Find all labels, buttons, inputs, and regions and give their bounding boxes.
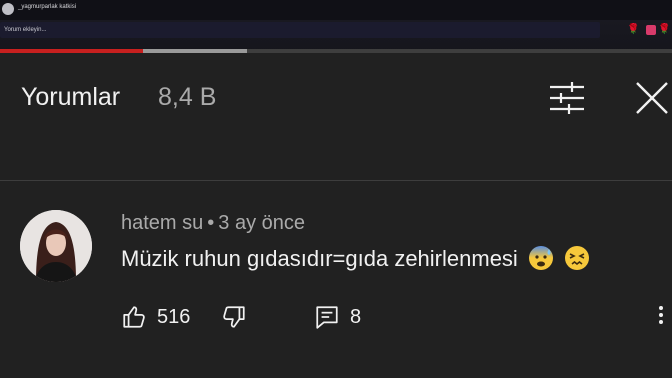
add-comment-input[interactable]: Yorum ekleyin... — [0, 22, 600, 38]
comment-count: 8,4 B — [158, 83, 217, 111]
like-count: 516 — [157, 305, 191, 328]
close-icon — [636, 82, 668, 114]
sticker-icon[interactable] — [646, 25, 656, 35]
meta-separator: • — [207, 212, 215, 234]
panel-title: Yorumlar — [21, 83, 121, 111]
rose-icon-2[interactable]: 🌹 — [658, 24, 670, 36]
rose-icon[interactable]: 🌹 — [627, 24, 639, 36]
comment-text: Müzik ruhun gıdasıdır=gıda zehirlenmesi — [121, 245, 590, 272]
comment-time[interactable]: 3 ay önce — [218, 212, 305, 234]
more-vert-icon[interactable] — [655, 303, 667, 331]
overlay-channel-name[interactable]: _yagmurparlak katkisi — [18, 4, 76, 10]
reply-button[interactable]: 8 — [314, 303, 361, 331]
anxious-face-with-sweat-icon — [528, 245, 554, 271]
like-button[interactable]: 516 — [121, 303, 190, 331]
overlay-avatar[interactable] — [2, 3, 14, 15]
avatar-image — [20, 210, 92, 282]
filter-button[interactable] — [548, 80, 586, 116]
avatar[interactable] — [20, 210, 92, 282]
dislike-button[interactable] — [221, 303, 247, 331]
overlay-header: _yagmurparlak katkisi — [0, 0, 672, 20]
close-button[interactable] — [633, 79, 671, 117]
like-icon — [123, 306, 145, 328]
comments-header: Yorumlar 8,4 B — [0, 53, 672, 181]
filter-icon — [550, 82, 584, 114]
video-overlay-bar: _yagmurparlak katkisi Yorum ekleyin... 🌹… — [0, 0, 672, 52]
reply-count: 8 — [350, 305, 362, 328]
confounded-face-icon — [564, 245, 590, 271]
add-comment-placeholder: Yorum ekleyin... — [4, 27, 47, 33]
comment-meta: hatem su • 3 ay önce — [121, 212, 305, 235]
reply-icon — [316, 306, 338, 329]
comment-text-content: Müzik ruhun gıdasıdır=gıda zehirlenmesi — [121, 246, 518, 271]
dislike-icon — [223, 306, 245, 328]
comment-author[interactable]: hatem su — [121, 212, 203, 234]
